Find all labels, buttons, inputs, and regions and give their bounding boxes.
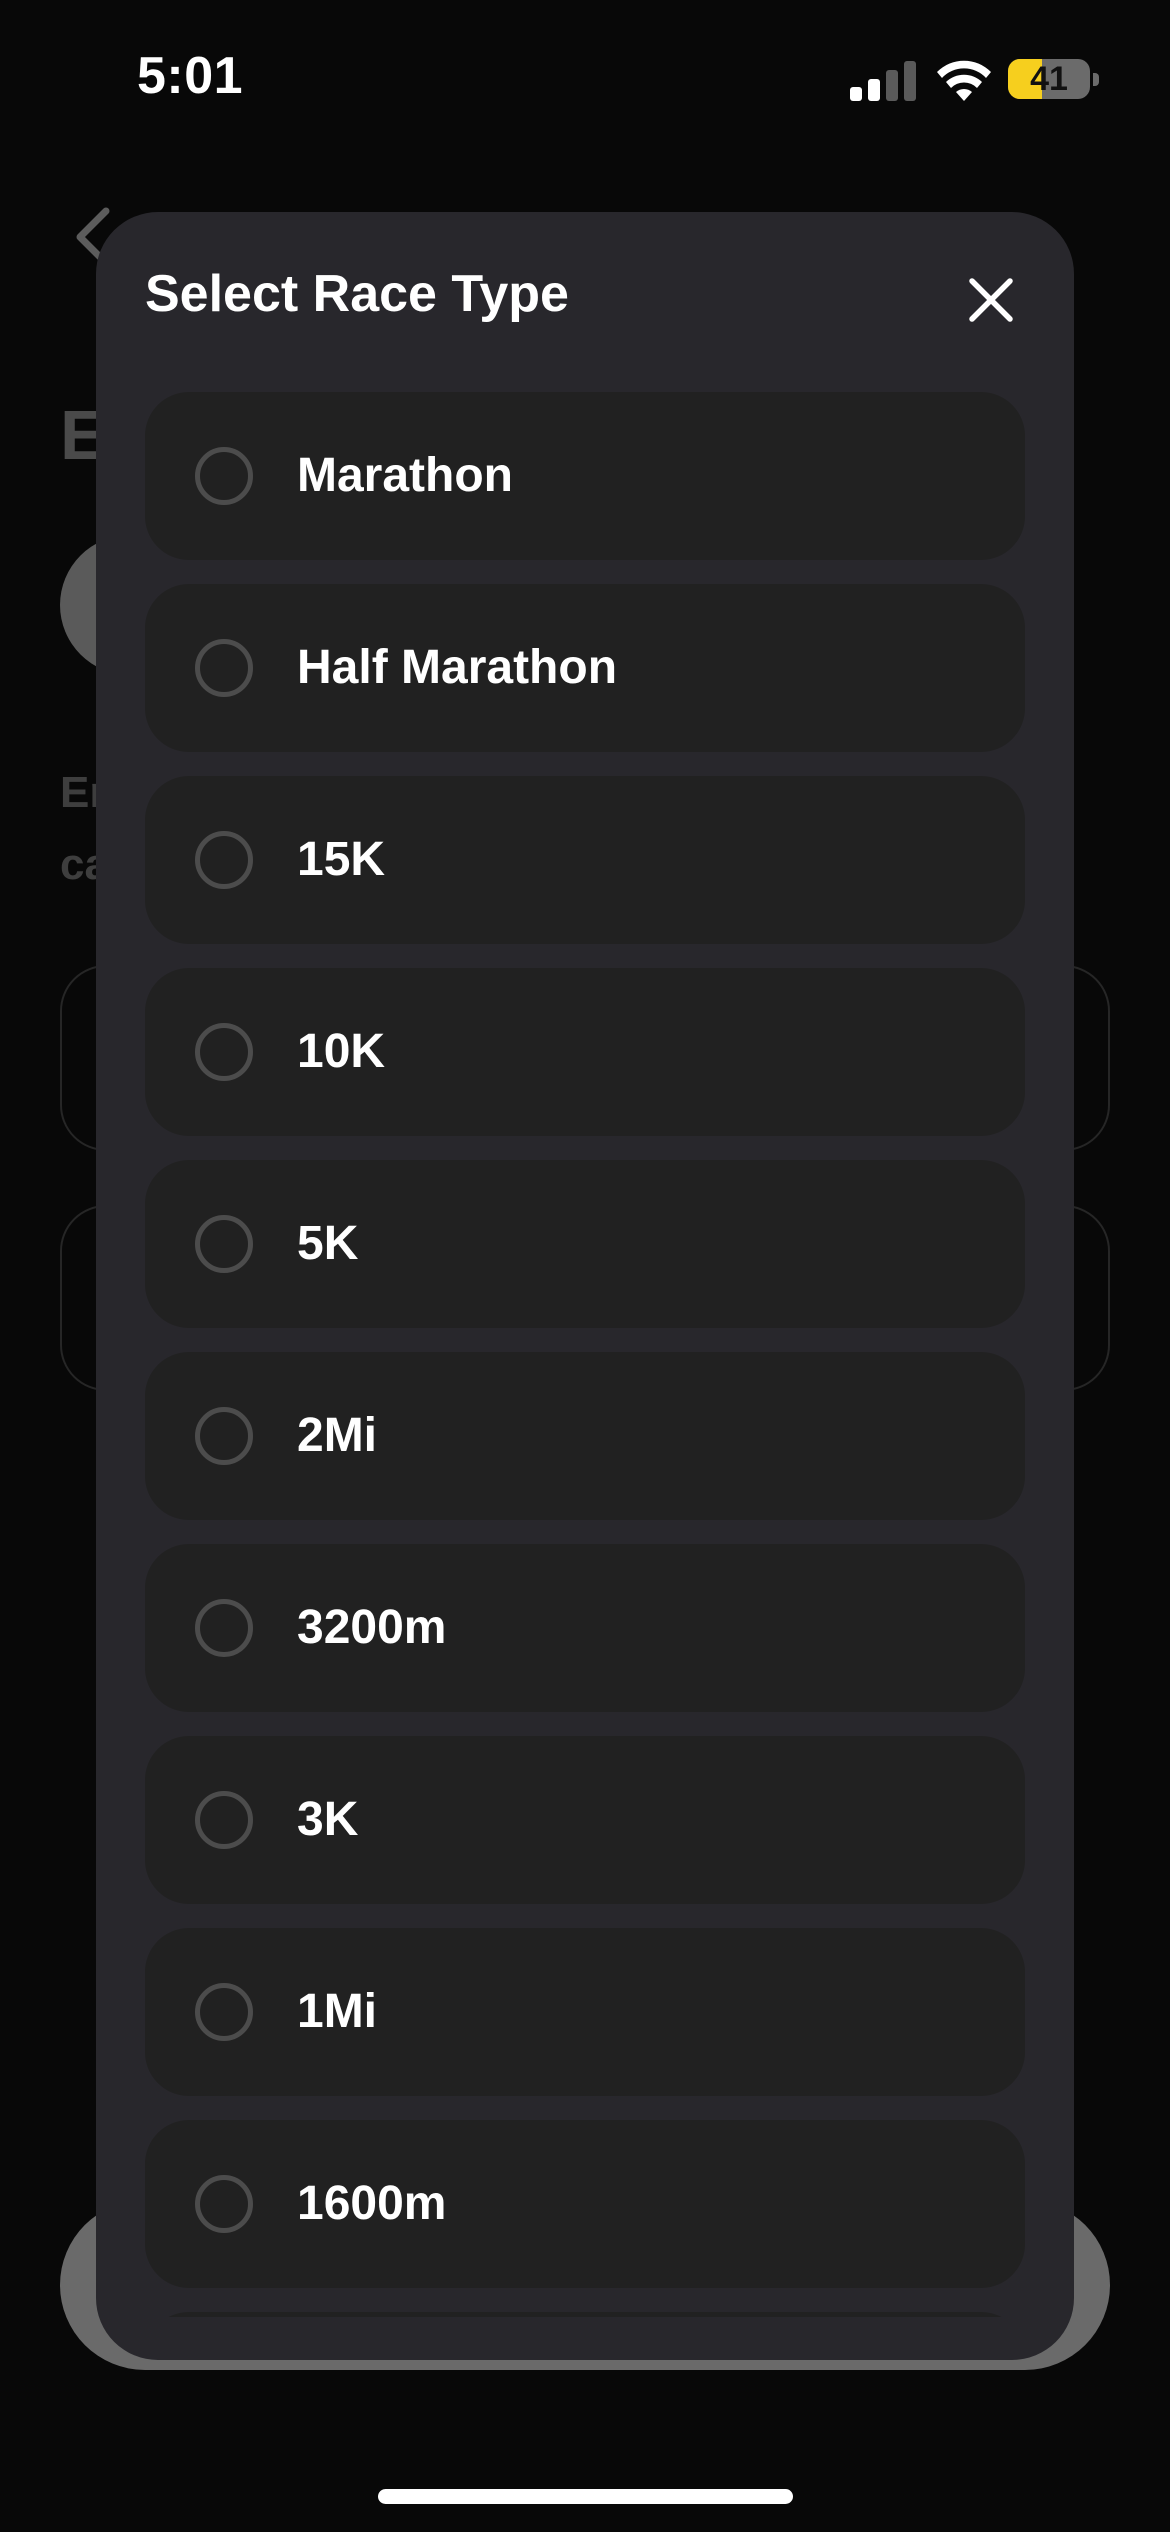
race-type-option[interactable]: [145, 2312, 1025, 2317]
battery-nub: [1093, 73, 1099, 86]
race-type-option[interactable]: 10K: [145, 968, 1025, 1136]
race-type-option-label: 3K: [297, 1793, 359, 1846]
radio-button[interactable]: [195, 447, 253, 505]
close-button[interactable]: [951, 260, 1031, 340]
home-indicator[interactable]: [378, 2489, 793, 2504]
battery-level: 41: [1030, 60, 1068, 98]
race-type-option[interactable]: 3200m: [145, 1544, 1025, 1712]
race-type-option-label: 10K: [297, 1025, 386, 1078]
race-type-option-label: 3200m: [297, 1601, 447, 1654]
race-type-option[interactable]: 3K: [145, 1736, 1025, 1904]
sheet-title: Select Race Type: [145, 265, 569, 323]
radio-button[interactable]: [195, 639, 253, 697]
race-type-option[interactable]: Marathon: [145, 392, 1025, 560]
cellular-signal-icon: [850, 59, 916, 101]
race-type-option-label: 15K: [297, 833, 386, 886]
race-type-option[interactable]: 2Mi: [145, 1352, 1025, 1520]
race-type-option-label: 2Mi: [297, 1409, 378, 1462]
race-type-option[interactable]: 15K: [145, 776, 1025, 944]
race-type-option[interactable]: 1Mi: [145, 1928, 1025, 2096]
wifi-icon: [937, 60, 991, 101]
radio-button[interactable]: [195, 1599, 253, 1657]
race-type-option[interactable]: 1600m: [145, 2120, 1025, 2288]
race-type-option-label: Marathon: [297, 449, 513, 502]
radio-button[interactable]: [195, 1215, 253, 1273]
radio-button[interactable]: [195, 1023, 253, 1081]
radio-button[interactable]: [195, 1791, 253, 1849]
close-icon: [969, 278, 1013, 322]
radio-button[interactable]: [195, 831, 253, 889]
race-type-list[interactable]: Marathon Half Marathon 15K 10K 5K 2Mi 3200m 3K 1…: [145, 392, 1025, 2317]
race-type-option-label: 5K: [297, 1217, 359, 1270]
race-type-option-label: 1Mi: [297, 1985, 378, 2038]
radio-button[interactable]: [195, 1407, 253, 1465]
race-type-option[interactable]: Half Marathon: [145, 584, 1025, 752]
radio-button[interactable]: [195, 1983, 253, 2041]
race-type-option-label: 1600m: [297, 2177, 447, 2230]
race-type-option[interactable]: 5K: [145, 1160, 1025, 1328]
battery-icon: 41: [1008, 59, 1090, 99]
race-type-sheet: Select Race Type Marathon Half Marathon 15…: [96, 212, 1074, 2360]
race-type-option-label: Half Marathon: [297, 641, 618, 694]
status-time: 5:01: [137, 47, 244, 105]
radio-button[interactable]: [195, 2175, 253, 2233]
screen: 5:01 41 E Er ca Select Race Type Maratho…: [0, 0, 1170, 2532]
